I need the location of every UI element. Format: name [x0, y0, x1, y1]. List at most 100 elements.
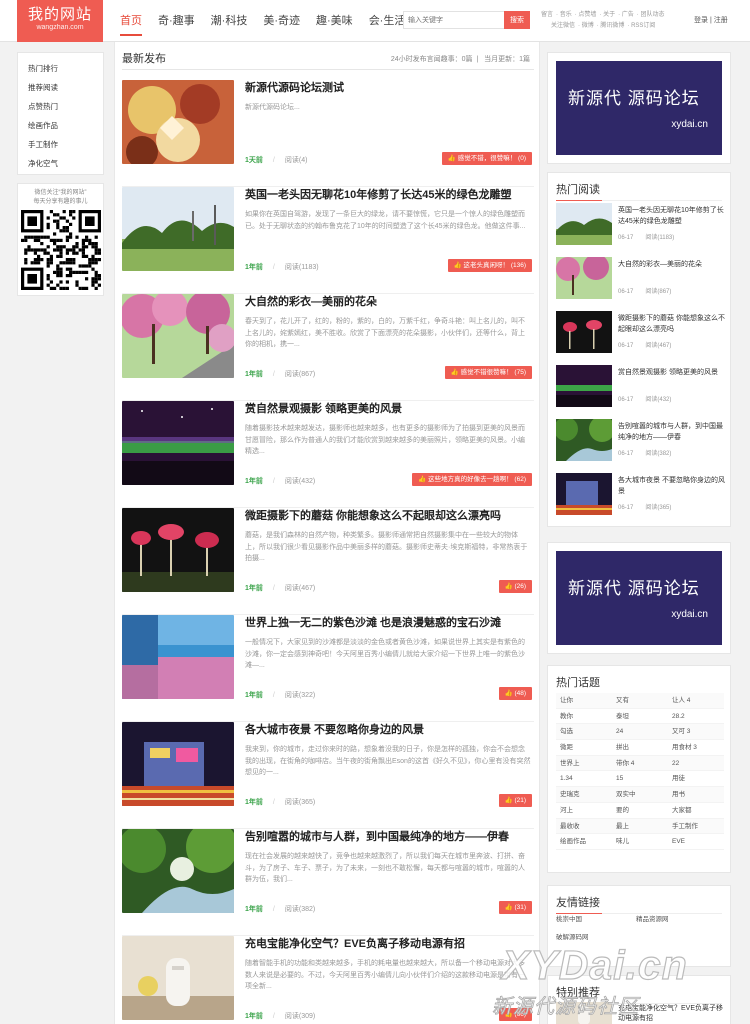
like-button[interactable]: 👍 感觉不错，很赞嘛！ (0)	[441, 152, 532, 165]
article-title[interactable]: 告别喧嚣的城市与人群，到中国最纯净的地方——伊春	[245, 830, 531, 844]
article-thumbnail[interactable]	[122, 187, 234, 271]
like-button[interactable]: 👍 (31)	[498, 901, 532, 914]
site-logo[interactable]: 我的网站 wangzhan.com	[17, 0, 103, 42]
topic-tag[interactable]: 让你	[556, 693, 612, 708]
side-item-paintings[interactable]: 绘画作品	[28, 116, 93, 135]
topic-tag[interactable]: 28.2	[668, 709, 724, 724]
topic-tag[interactable]: 大家都	[668, 803, 724, 818]
side-item-recommend[interactable]: 推荐阅读	[28, 78, 93, 97]
article-title[interactable]: 微距摄影下的蘑菇 你能想象这么不起眼却这么漂亮吗	[245, 509, 531, 523]
like-button[interactable]: 👍 (48)	[498, 687, 532, 700]
hot-thumbnail[interactable]	[556, 257, 612, 299]
hot-thumbnail[interactable]	[556, 311, 612, 353]
article-title[interactable]: 大自然的彩衣—美丽的花朵	[245, 295, 531, 309]
article-title[interactable]: 世界上独一无二的紫色沙滩 也是浪漫魅惑的宝石沙滩	[245, 616, 531, 630]
topic-tag[interactable]: 拼出	[612, 740, 668, 755]
friend-link[interactable]: 精品资源网	[636, 911, 716, 929]
link-rss[interactable]: RSS订阅	[631, 23, 655, 29]
friend-link[interactable]: 破解源码网	[556, 929, 636, 947]
link-ads[interactable]: 广告	[622, 12, 634, 18]
link-wechat[interactable]: 关注微信	[551, 23, 575, 29]
topic-tag[interactable]: 味儿	[612, 834, 668, 849]
recommend-thumbnail[interactable]	[556, 1002, 612, 1024]
article-title[interactable]: 新源代源码论坛测试	[245, 81, 531, 95]
hot-title[interactable]: 英国一老头因无聊花10年修剪了长达45米的绿色龙雕塑	[618, 205, 726, 227]
topic-tag[interactable]: 22	[668, 756, 724, 771]
topic-tag[interactable]: 要的	[612, 803, 668, 818]
article-thumbnail[interactable]	[122, 508, 234, 592]
topic-tag[interactable]: 15	[612, 771, 668, 786]
topic-tag[interactable]: 用徒	[668, 771, 724, 786]
like-button[interactable]: 👍 感觉不错很赞嘛！ (75)	[444, 366, 532, 379]
like-button[interactable]: 👍 (21)	[498, 794, 532, 807]
recommend-item-title[interactable]: 充电宝能净化空气？EVE负离子移动电源有招	[618, 1004, 724, 1024]
topic-tag[interactable]: 微距	[556, 740, 612, 755]
hot-thumbnail[interactable]	[556, 365, 612, 407]
hot-thumbnail[interactable]	[556, 419, 612, 461]
nav-life[interactable]: 会·生活	[369, 0, 406, 42]
hot-thumbnail[interactable]	[556, 473, 612, 515]
article-thumbnail[interactable]	[122, 294, 234, 378]
side-item-clean-air[interactable]: 净化空气	[28, 154, 93, 173]
topic-tag[interactable]: 双实中	[612, 787, 668, 802]
link-tencent-weibo[interactable]: 腾讯微博	[600, 23, 624, 29]
link-music[interactable]: 音乐	[560, 12, 572, 18]
topic-tag[interactable]: 1.34	[556, 771, 612, 786]
topic-tag[interactable]: 24	[612, 724, 668, 739]
article-thumbnail[interactable]	[122, 615, 234, 699]
login-link[interactable]: 登录	[694, 17, 708, 24]
article-title[interactable]: 充电宝能净化空气？EVE负离子移动电源有招	[245, 937, 531, 951]
topic-tag[interactable]: 最收收	[556, 819, 612, 834]
topic-tag[interactable]: EVE	[668, 834, 724, 849]
like-button[interactable]: 👍 这些地方真的好像去一趟啊！ (62)	[412, 473, 532, 486]
hot-thumbnail[interactable]	[556, 203, 612, 245]
topic-tag[interactable]: 手工制作	[668, 819, 724, 834]
article-thumbnail[interactable]	[122, 936, 234, 1020]
link-weibo[interactable]: 微博	[582, 23, 594, 29]
hot-title[interactable]: 告别喧嚣的城市与人群，到中国最纯净的地方——伊春	[618, 421, 726, 443]
register-link[interactable]: 注册	[714, 17, 728, 24]
nav-beauty[interactable]: 美·奇迹	[263, 0, 300, 42]
topic-tag[interactable]: 河上	[556, 803, 612, 818]
article-title[interactable]: 英国一老头因无聊花10年修剪了长达45米的绿色龙雕塑	[245, 188, 531, 202]
search-button[interactable]: 搜索	[504, 11, 530, 29]
link-about[interactable]: 关于	[603, 12, 615, 18]
link-guestbook[interactable]: 留言	[541, 12, 553, 18]
hot-title[interactable]: 赏自然景观摄影 领略更美的风景	[618, 367, 726, 378]
topic-tag[interactable]: 用书	[668, 787, 724, 802]
side-item-like-hot[interactable]: 点赞热门	[28, 97, 93, 116]
side-item-hot-rank[interactable]: 热门排行	[28, 59, 93, 78]
topic-tag[interactable]: 用食材 3	[668, 740, 724, 755]
topic-tag[interactable]: 绘画作品	[556, 834, 612, 849]
link-like-wall[interactable]: 点赞墙	[578, 12, 596, 18]
topic-tag[interactable]: 又有	[612, 693, 668, 708]
nav-tech[interactable]: 潮·科技	[211, 0, 248, 42]
search-input[interactable]	[403, 11, 504, 29]
article-thumbnail[interactable]	[122, 401, 234, 485]
like-button[interactable]: 👍 这老头真闲呀！ (136)	[447, 259, 532, 272]
topic-tag[interactable]: 让人 4	[668, 693, 724, 708]
topic-tag[interactable]: 勾选	[556, 724, 612, 739]
like-button[interactable]: 👍 (26)	[498, 580, 532, 593]
topic-tag[interactable]: 泰坦	[612, 709, 668, 724]
friend-link[interactable]: 桃崇中国	[556, 911, 636, 929]
article-thumbnail[interactable]	[122, 80, 234, 164]
article-thumbnail[interactable]	[122, 829, 234, 913]
article-title[interactable]: 赏自然景观摄影 领略更美的风景	[245, 402, 531, 416]
hot-title[interactable]: 微距摄影下的蘑菇 你能想象这么不起眼却这么漂亮吗	[618, 313, 726, 335]
topic-tag[interactable]: 教你	[556, 709, 612, 724]
topic-tag[interactable]: 史瑞克	[556, 787, 612, 802]
hot-title[interactable]: 各大城市夜景 不要忽略你身边的风景	[618, 475, 726, 497]
topic-tag[interactable]: 最上	[612, 819, 668, 834]
nav-food[interactable]: 趣·美味	[316, 0, 353, 42]
ad-banner[interactable]: 新源代 源码论坛 xydai.cn	[556, 551, 722, 645]
article-thumbnail[interactable]	[122, 722, 234, 806]
topic-tag[interactable]: 带你 4	[612, 756, 668, 771]
nav-funny[interactable]: 奇·趣事	[158, 0, 195, 42]
link-team[interactable]: 团队动态	[640, 12, 664, 18]
topic-tag[interactable]: 世界上	[556, 756, 612, 771]
nav-home[interactable]: 首页	[120, 0, 142, 36]
hot-title[interactable]: 大自然的彩衣—美丽的花朵	[618, 259, 726, 270]
side-item-handmade[interactable]: 手工制作	[28, 135, 93, 154]
topic-tag[interactable]: 又可 3	[668, 724, 724, 739]
